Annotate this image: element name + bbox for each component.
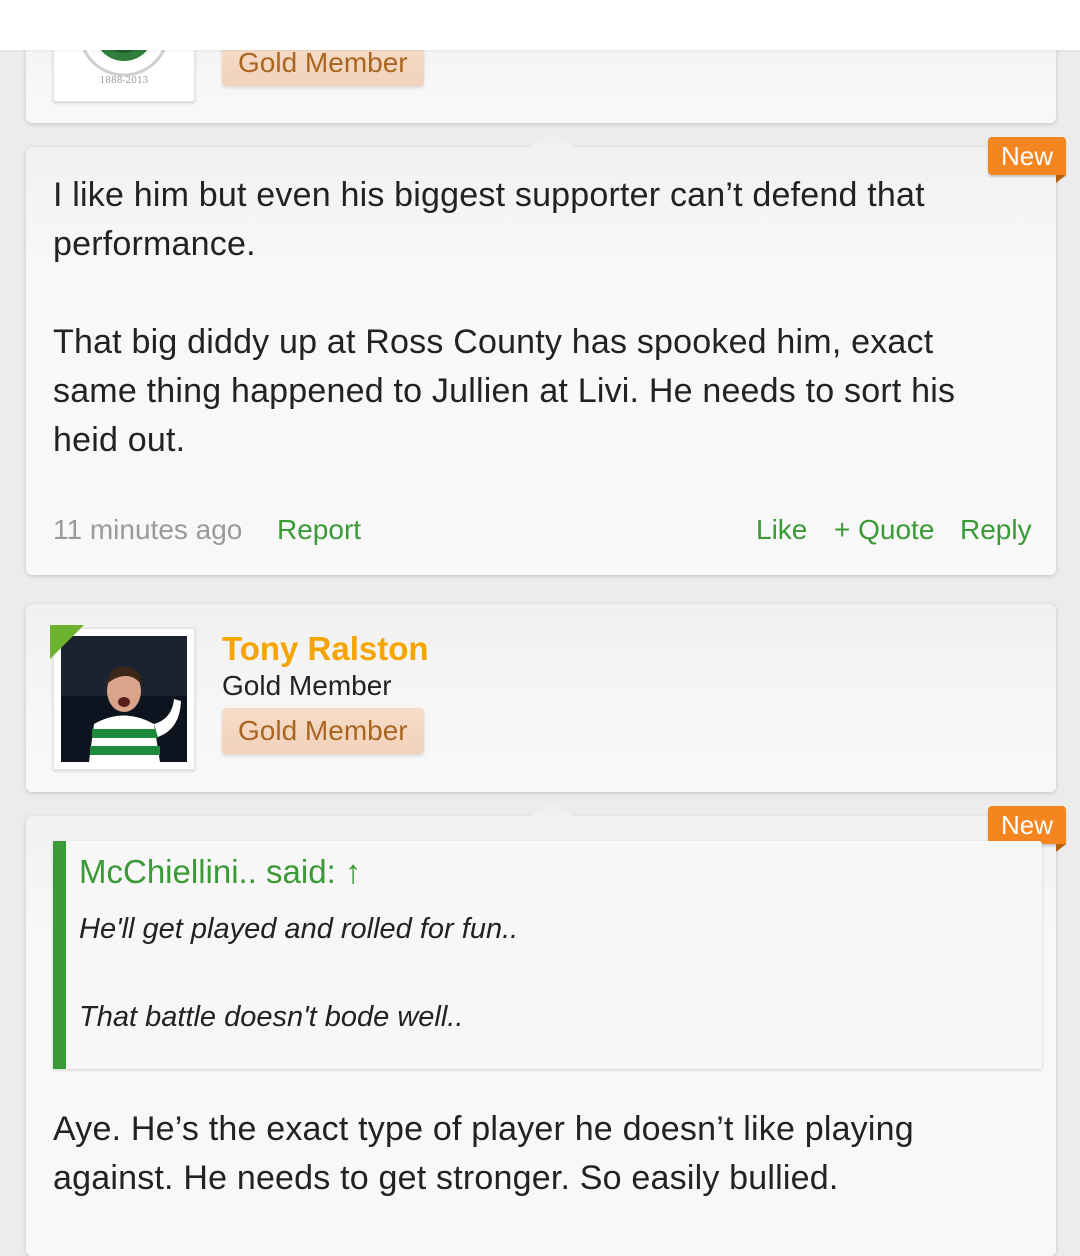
new-post-badge: New xyxy=(987,806,1067,852)
post-message: New I like him but even his biggest supp… xyxy=(26,133,1067,575)
post-paragraph: I like him but even his biggest supporte… xyxy=(53,176,925,263)
username[interactable]: Tony Ralston xyxy=(222,630,429,668)
new-post-badge: New xyxy=(987,137,1067,183)
top-app-bar xyxy=(0,0,1080,50)
quote-author-link[interactable]: McChiellini.. said: ↑ xyxy=(79,853,361,891)
quote-line: That battle doesn't bode well.. xyxy=(79,1001,464,1033)
post-timestamp[interactable]: 11 minutes ago xyxy=(53,513,242,547)
quote-line: He'll get played and rolled for fun.. xyxy=(79,913,519,945)
quote-button[interactable]: + Quote xyxy=(834,513,934,547)
post-message: New McChiellini.. said: ↑ He'll get play… xyxy=(26,802,1067,1256)
user-badge: Gold Member xyxy=(222,708,424,754)
avatar[interactable] xyxy=(50,625,195,770)
reply-button[interactable]: Reply xyxy=(960,513,1032,547)
user-title: Gold Member xyxy=(222,670,392,701)
like-button[interactable]: Like xyxy=(756,513,807,547)
post-paragraph: Aye. He’s the exact type of player he do… xyxy=(53,1110,914,1197)
report-link[interactable]: Report xyxy=(277,513,361,547)
quote-block: McChiellini.. said: ↑ He'll get played a… xyxy=(53,841,1042,1069)
post-paragraph: That big diddy up at Ross County has spo… xyxy=(53,323,956,459)
svg-text:1888-2013: 1888-2013 xyxy=(100,76,149,86)
user-card: Tony Ralston Gold Member Gold Member xyxy=(26,604,1056,792)
message-pointer xyxy=(530,802,574,816)
message-pointer xyxy=(530,133,574,147)
online-indicator xyxy=(50,625,84,659)
